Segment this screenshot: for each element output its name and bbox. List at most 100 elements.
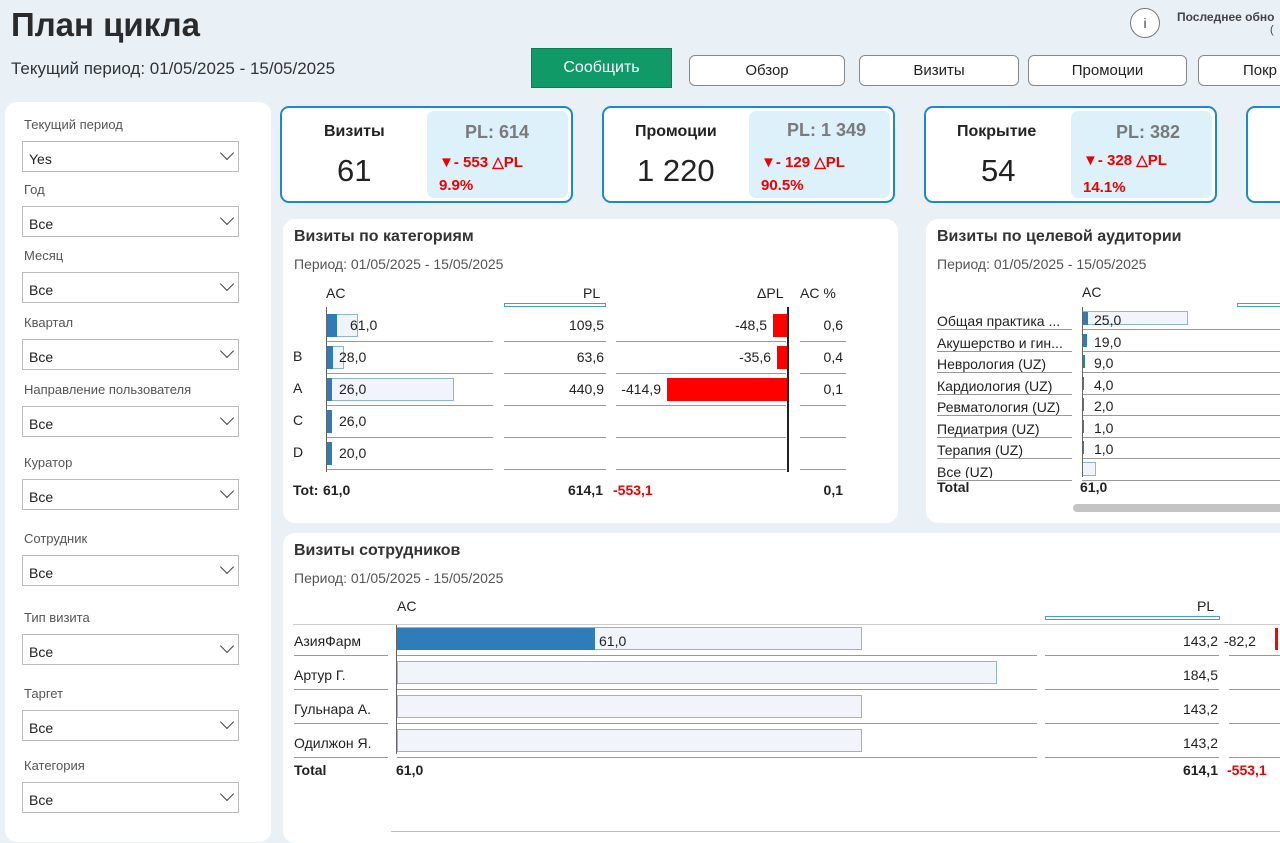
horizontal-scrollbar[interactable] [1073,504,1280,512]
row-divider [1082,372,1280,373]
current-period-text: Текущий период: 01/05/2025 - 15/05/2025 [11,59,336,78]
tab-overview[interactable]: Обзор [689,55,845,86]
pl-value: 63,6 [576,349,604,365]
ac-value: 2,0 [1094,398,1114,414]
row-divider [326,469,493,470]
kpi-title: Промоции [635,123,717,140]
row-divider [294,655,388,656]
dpl-bar [1275,628,1278,650]
kpi-plan-box: PL: 1 349 ▼- 129 △PL 90.5% [749,111,890,198]
kpi-card-partial[interactable] [1246,106,1280,203]
pl-header-marker [1237,303,1280,307]
report-button[interactable]: Сообщить [531,48,672,88]
ac-value: 1,0 [1094,441,1114,457]
kpi-card-coverage[interactable]: Покрытие 54 PL: 382 ▼- 328 △PL 14.1% [924,106,1217,203]
filter-value: Все [29,489,54,505]
employee-name: АзияФарм [294,633,361,649]
chevron-down-icon [219,276,235,292]
filter-employee[interactable]: Все [22,555,239,586]
row-divider [937,436,1072,438]
tab-visits[interactable]: Визиты [859,55,1019,86]
pl-bar [397,729,862,752]
filter-label-month: Месяц [24,248,64,263]
card-period: Период: 01/05/2025 - 15/05/2025 [294,570,504,586]
filter-year[interactable]: Все [22,206,239,237]
filters-sidebar: Текущий период Yes Год Все Месяц Все Ква… [5,102,271,842]
chevron-down-icon [219,343,235,359]
filter-visit-type[interactable]: Все [22,634,239,665]
ac-axis-line [326,307,327,472]
filter-value: Все [29,720,54,736]
filter-category[interactable]: Все [22,782,239,813]
pl-bar [397,661,997,684]
card-period: Период: 01/05/2025 - 15/05/2025 [294,256,504,272]
kpi-plan: PL: 382 [1116,122,1181,142]
ac-value: 26,0 [339,381,367,397]
pl-header-marker [504,303,606,307]
row-divider [937,372,1072,373]
row-divider [1082,350,1280,352]
dpl-value: -48,5 [735,317,767,333]
ac-bar [326,346,333,369]
chevron-down-icon [219,786,235,802]
filter-value: Все [29,216,54,232]
last-update-value: ( [1270,24,1274,36]
chevron-down-icon [219,559,235,575]
row-divider [504,341,606,342]
filter-label-visit-type: Тип визита [24,610,90,625]
total-ac: 61,0 [396,762,424,778]
pl-bar [1082,461,1096,476]
row-divider [1229,655,1280,656]
dpl-value: -82,2 [1224,633,1256,649]
header-divider [293,624,1280,625]
kpi-plan-box: PL: 614 ▼- 553 △PL 9.9% [427,111,568,198]
kpi-plan-box: PL: 382 ▼- 328 △PL 14.1% [1071,111,1212,198]
filter-value: Все [29,792,54,808]
filter-target[interactable]: Все [22,710,239,741]
category-name: A [293,380,303,396]
filter-value: Все [29,416,54,432]
filter-current-period[interactable]: Yes [22,141,239,172]
filter-label-employee: Сотрудник [24,531,88,546]
info-button[interactable]: i [1130,8,1160,38]
card-title: Визиты по категориям [294,228,474,245]
filter-user-direction[interactable]: Все [22,406,239,437]
row-divider [937,329,1072,330]
row-divider [1045,757,1219,758]
row-divider [1082,479,1280,481]
card-visits-by-category: Визиты по категориям Период: 01/05/2025 … [283,219,898,523]
kpi-value: 61 [337,153,372,188]
row-divider [937,415,1072,416]
row-divider [294,757,388,758]
kpi-card-promotions[interactable]: Промоции 1 220 PL: 1 349 ▼- 129 △PL 90.5… [602,106,895,203]
card-title: Визиты сотрудников [294,542,461,559]
row-divider [504,469,606,470]
chevron-down-icon [219,410,235,426]
chevron-down-icon [219,145,235,161]
row-divider [616,405,786,406]
filter-month[interactable]: Все [22,272,239,303]
row-divider [616,469,786,470]
page-title: План цикла [11,6,200,43]
kpi-card-visits[interactable]: Визиты 61 PL: 614 ▼- 553 △PL 9.9% [280,106,573,203]
filter-quarter[interactable]: Все [22,339,239,370]
ac-bar [397,628,595,650]
filter-curator[interactable]: Все [22,479,239,510]
kpi-value: 54 [981,153,1016,188]
chevron-down-icon [219,638,235,654]
ac-value: 4,0 [1094,376,1114,393]
chevron-down-icon [219,210,235,226]
row-divider [1082,458,1280,459]
card-period: Период: 01/05/2025 - 15/05/2025 [937,256,1147,272]
category-name: C [293,412,304,428]
kpi-percent: 14.1% [1083,179,1126,196]
ac-bar [326,314,337,337]
tab-coverage[interactable]: Покр [1198,55,1280,86]
filter-label-target: Таргет [24,686,64,701]
ac-value: 1,0 [1094,419,1114,436]
ac-value: 25,0 [1094,312,1122,328]
card-visits-by-audience: Визиты по целевой аудитории Период: 01/0… [926,219,1280,523]
tab-promotions[interactable]: Промоции [1028,55,1187,86]
ac-value: 61,0 [350,317,378,333]
column-header-acpct: AC % [800,285,836,301]
